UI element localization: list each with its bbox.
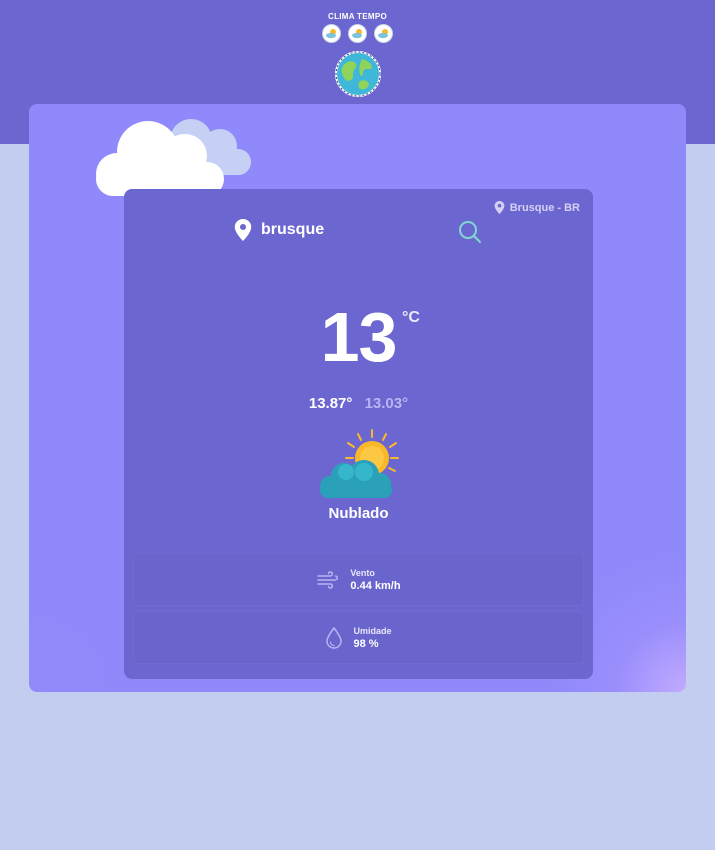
wind-value: 0.44 km/h <box>350 579 401 592</box>
wind-icon <box>317 570 339 589</box>
temperature-block: 13 °C <box>124 302 593 372</box>
header-mini-icons <box>0 24 715 43</box>
cloud-sun-icon <box>374 24 393 43</box>
map-pin-icon <box>234 219 252 241</box>
search-input[interactable]: brusque <box>261 221 324 239</box>
app-title: CLIMA TEMPO <box>328 12 387 21</box>
temperature-unit: °C <box>402 309 420 326</box>
sun-behind-cloud-icon <box>320 429 399 498</box>
map-pin-icon <box>494 201 505 214</box>
droplet-icon <box>326 626 343 649</box>
temp-min: 13.03° <box>364 395 409 412</box>
wind-label: Vento <box>350 567 375 578</box>
weather-card: Brusque - BR brusque 13 °C 13.87° 13.03° <box>124 189 593 679</box>
temp-max: 13.87° <box>308 395 353 412</box>
location-badge: Brusque - BR <box>494 201 580 214</box>
globe-icon <box>335 51 381 97</box>
search-row: brusque <box>234 219 324 241</box>
humidity-value: 98 % <box>353 637 379 650</box>
cloud-decoration-icon <box>96 119 251 196</box>
location-badge-text: Brusque - BR <box>509 201 580 214</box>
humidity-label: Umidade <box>353 625 392 636</box>
temperature-value: 13 <box>320 298 398 376</box>
humidity-stat: Umidade 98 % <box>134 612 583 663</box>
wind-stat: Vento 0.44 km/h <box>134 554 583 605</box>
cloud-sun-icon <box>322 24 341 43</box>
condition-text: Nublado <box>328 505 389 522</box>
search-button[interactable] <box>458 220 482 244</box>
temp-range: 13.87° 13.03° <box>124 395 593 412</box>
cloud-sun-icon <box>348 24 367 43</box>
